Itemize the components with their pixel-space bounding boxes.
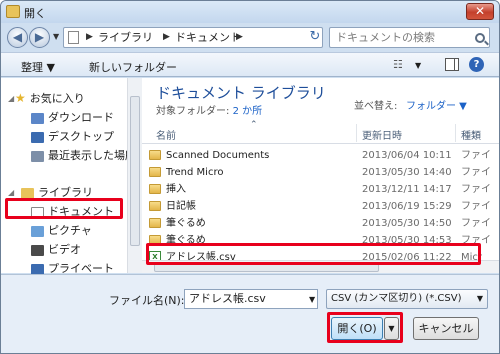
sidebar-item-recent[interactable]: 最近表示した場所	[31, 147, 136, 164]
horizontal-scrollbar[interactable]	[142, 260, 499, 273]
recent-places-icon	[31, 150, 44, 162]
back-arrow-icon[interactable]: ◀	[7, 27, 28, 48]
pictures-icon	[31, 225, 44, 237]
open-options-chevron-down-icon[interactable]: ▼	[384, 317, 399, 340]
column-type[interactable]: 種類	[461, 127, 481, 142]
chevron-right-icon[interactable]: ▶	[236, 28, 243, 47]
dialog-footer: ファイル名(N): アドレス帳.csv ▼ CSV (カンマ区切り) (*.CS…	[1, 274, 499, 353]
folder-icon	[149, 167, 161, 177]
file-row[interactable]: Trend Micro 2013/05/30 14:40 ファイ	[149, 164, 494, 181]
arrange-dropdown[interactable]: フォルダー ▼	[406, 97, 467, 112]
chevron-down-icon[interactable]: ▼	[415, 61, 421, 70]
chevron-right-icon[interactable]: ▶	[86, 28, 93, 47]
cancel-button[interactable]: キャンセル	[413, 317, 479, 340]
chevron-down-icon[interactable]: ▼	[309, 295, 315, 304]
sort-arrow-icon: ⌃	[250, 120, 258, 130]
file-row[interactable]: 挿入 2013/12/11 14:17 ファイ	[149, 181, 494, 198]
star-icon: ★	[15, 91, 26, 105]
organize-button[interactable]: 整理 ▼	[21, 59, 55, 75]
target-folders-link[interactable]: 2 か所	[233, 106, 263, 117]
preview-pane-icon[interactable]	[445, 58, 459, 71]
file-row[interactable]: Scanned Documents 2013/06/04 10:11 ファイ	[149, 147, 494, 164]
document-icon	[68, 31, 79, 44]
breadcrumb-libraries[interactable]: ライブラリ	[98, 28, 153, 47]
sidebar-item-favorites[interactable]: ★ お気に入り	[15, 90, 85, 107]
chevron-down-icon[interactable]: ▼	[53, 32, 59, 41]
address-bar[interactable]: ▶ ライブラリ ▶ ドキュメント ▶ ▼	[63, 27, 357, 49]
downloads-icon	[31, 112, 44, 124]
sidebar-item-downloads[interactable]: ダウンロード	[31, 109, 114, 126]
target-folders: 対象フォルダー: 2 か所	[156, 106, 263, 117]
scrollbar-thumb[interactable]	[130, 96, 140, 246]
filename-input[interactable]: アドレス帳.csv	[184, 289, 318, 309]
file-row[interactable]: 日記帳 2013/06/19 15:29 ファイ	[149, 198, 494, 215]
library-title: ドキュメント ライブラリ	[156, 84, 326, 102]
column-divider[interactable]	[455, 124, 456, 142]
navigation-pane: ★ お気に入り ◢ ダウンロード デスクトップ 最近表示した場所 ◢ ライブラリ …	[1, 78, 136, 275]
column-name[interactable]: 名前	[156, 127, 176, 142]
expand-triangle-icon[interactable]: ◢	[8, 188, 14, 197]
search-input[interactable]: ドキュメントの検索	[329, 27, 490, 48]
title-bar: 開く ✕	[1, 1, 499, 23]
filetype-select[interactable]: CSV (カンマ区切り) (*.CSV) ▼	[326, 289, 488, 309]
expand-triangle-icon[interactable]: ◢	[8, 94, 14, 103]
column-date[interactable]: 更新日時	[362, 127, 402, 142]
filename-label: ファイル名(N):	[109, 294, 185, 307]
column-divider[interactable]	[356, 124, 357, 142]
sidebar-scrollbar[interactable]	[127, 78, 142, 273]
private-library-icon	[31, 263, 44, 275]
window-title: 開く	[24, 7, 46, 20]
close-button[interactable]: ✕	[466, 3, 494, 20]
navigation-bar: ◀ ▶ ▼ ▶ ライブラリ ▶ ドキュメント ▶ ▼ ↻ ドキュメントの検索	[1, 24, 499, 51]
breadcrumb-documents[interactable]: ドキュメント	[175, 28, 241, 47]
new-folder-button[interactable]: 新しいフォルダー	[89, 59, 177, 75]
open-dialog: 開く ✕ ◀ ▶ ▼ ▶ ライブラリ ▶ ドキュメント ▶ ▼ ↻ ドキュメント…	[0, 0, 500, 354]
search-icon[interactable]	[475, 33, 485, 43]
documents-icon	[31, 206, 44, 218]
column-headers: 名前 ⌃ 更新日時 種類	[142, 120, 499, 144]
folder-icon	[149, 235, 161, 245]
desktop-icon	[31, 131, 44, 143]
file-row[interactable]: 筆ぐるめ 2013/05/30 14:53 ファイ	[149, 232, 494, 249]
file-list-pane: ドキュメント ライブラリ 対象フォルダー: 2 か所 並べ替え: フォルダー ▼…	[142, 78, 499, 273]
refresh-icon[interactable]: ↻	[306, 29, 324, 47]
file-row[interactable]: 筆ぐるめ 2013/05/30 14:50 ファイ	[149, 215, 494, 232]
folder-icon	[149, 184, 161, 194]
chevron-right-icon[interactable]: ▶	[163, 28, 170, 47]
sidebar-item-documents[interactable]: ドキュメント	[31, 203, 114, 220]
sidebar-item-videos[interactable]: ビデオ	[31, 241, 81, 258]
folder-icon	[149, 201, 161, 211]
chevron-down-icon[interactable]: ▼	[477, 290, 483, 308]
arrange-label: 並べ替え:	[354, 101, 398, 112]
folder-icon	[6, 5, 20, 18]
toolbar: 整理 ▼ 新しいフォルダー ☷ ▼ ?	[1, 52, 499, 77]
forward-arrow-icon[interactable]: ▶	[29, 27, 50, 48]
folder-icon	[149, 218, 161, 228]
scrollbar-thumb[interactable]	[154, 262, 379, 272]
folder-icon	[149, 150, 161, 160]
help-icon[interactable]: ?	[469, 57, 484, 72]
sidebar-item-libraries[interactable]: ライブラリ	[21, 184, 93, 201]
library-icon	[21, 187, 34, 199]
videos-icon	[31, 244, 44, 256]
sidebar-item-desktop[interactable]: デスクトップ	[31, 128, 114, 145]
view-options-icon[interactable]: ☷	[393, 58, 407, 71]
open-button[interactable]: 開く(O)	[331, 317, 383, 340]
sidebar-item-pictures[interactable]: ピクチャ	[31, 222, 92, 239]
